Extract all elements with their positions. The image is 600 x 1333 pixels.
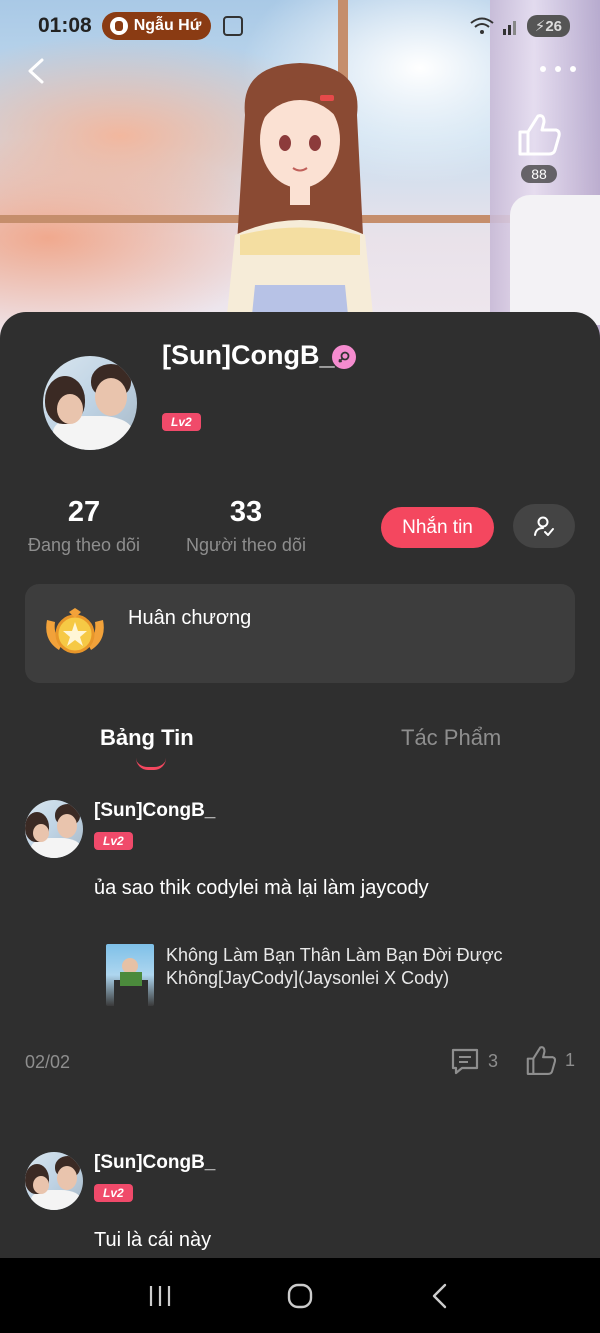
- recent-apps-button[interactable]: [140, 1276, 180, 1316]
- home-icon: [287, 1283, 313, 1308]
- notification-text: Ngẫu Hứ: [133, 17, 202, 34]
- more-options-button[interactable]: [540, 62, 576, 76]
- comment-button[interactable]: 3: [450, 1046, 498, 1076]
- work-title-line: Không[JayCody](Jaysonlei X Cody): [166, 968, 450, 988]
- linked-work-card[interactable]: Không Làm Bạn Thân Làm Bạn Đời Được Khôn…: [106, 944, 546, 1008]
- tab-feed[interactable]: Bảng Tin: [100, 725, 194, 751]
- battery-level: 26: [545, 18, 562, 35]
- post-date: 02/02: [25, 1052, 71, 1072]
- dot-icon: [570, 66, 576, 72]
- avatar-face: [57, 394, 83, 424]
- status-bar: 01:08 Ngẫu Hứ ⚡26: [0, 0, 600, 52]
- followers-count: 33: [229, 496, 263, 528]
- avatar-face: [57, 1166, 77, 1190]
- level-badge: Lv2: [162, 413, 201, 431]
- post-author-name[interactable]: [Sun]CongB_: [94, 1152, 215, 1174]
- wifi-icon: [470, 17, 494, 34]
- post-author-avatar[interactable]: [25, 800, 83, 858]
- dot-icon: [555, 66, 561, 72]
- like-count: 1: [565, 1049, 576, 1070]
- thumbs-up-icon: [526, 1046, 557, 1075]
- level-badge-text: Lv2: [94, 1184, 133, 1202]
- post-author-level: Lv2: [94, 1184, 133, 1202]
- comment-count: 3: [488, 1050, 499, 1071]
- avatar-face: [33, 824, 49, 842]
- thumbs-up-icon: [518, 114, 561, 156]
- work-title: Không Làm Bạn Thân Làm Bạn Đời Được Khôn…: [166, 944, 546, 990]
- post-author-avatar[interactable]: [25, 1152, 83, 1210]
- dot-icon: [540, 66, 546, 72]
- level-badge-text: Lv2: [162, 413, 201, 431]
- work-title-line: Không Làm Bạn Thân Làm Bạn Đời Được: [166, 945, 503, 965]
- avatar-face: [33, 1176, 49, 1194]
- follow-button[interactable]: [513, 504, 575, 548]
- user-check-icon: [534, 516, 554, 536]
- tab-works[interactable]: Tác Phẩm: [401, 725, 501, 751]
- followers-stat[interactable]: 33 Người theo dõi: [181, 496, 311, 556]
- recent-apps-icon: [149, 1285, 171, 1306]
- post-text: ủa sao thik codylei mà lại làm jaycody: [94, 877, 429, 899]
- system-back-button[interactable]: [420, 1276, 460, 1316]
- following-label: Đang theo dõi: [27, 535, 141, 555]
- profile-panel: [0, 312, 600, 1333]
- system-nav-bar: [0, 1258, 600, 1333]
- avatar-face: [95, 378, 127, 416]
- profile-like-button[interactable]: 88: [515, 112, 563, 184]
- profile-like-count: 88: [521, 165, 557, 183]
- screenshot-icon: [223, 16, 244, 36]
- home-button[interactable]: [280, 1276, 320, 1316]
- following-count: 27: [67, 496, 101, 528]
- notification-pill: Ngẫu Hứ: [101, 12, 212, 40]
- profile-name: [Sun]CongB_: [162, 340, 335, 370]
- globe-icon: [109, 17, 128, 35]
- work-thumbnail: [106, 944, 154, 1006]
- medal-label: Huân chương: [128, 607, 252, 629]
- back-arrow-icon[interactable]: [22, 56, 52, 86]
- followers-label: Người theo dõi: [186, 535, 306, 555]
- post-author-level: Lv2: [94, 832, 133, 850]
- post-author-name[interactable]: [Sun]CongB_: [94, 800, 215, 822]
- comment-icon: [451, 1048, 479, 1075]
- message-button[interactable]: Nhắn tin: [381, 507, 494, 548]
- level-badge-text: Lv2: [94, 832, 133, 850]
- medal-icon: [46, 608, 104, 654]
- like-button[interactable]: 1: [525, 1044, 575, 1076]
- gender-female-icon: [332, 345, 356, 369]
- following-stat[interactable]: 27 Đang theo dõi: [24, 496, 144, 556]
- avatar-face: [57, 814, 77, 838]
- medal-card[interactable]: Huân chương: [25, 584, 575, 683]
- avatar[interactable]: [43, 356, 137, 450]
- banner-sofa: [510, 195, 600, 325]
- signal-icon: [502, 21, 516, 35]
- battery-indicator: ⚡26: [526, 15, 570, 37]
- status-time: 01:08: [38, 14, 92, 37]
- back-chevron-icon: [432, 1283, 447, 1308]
- post-text: Tui là cái này: [94, 1229, 212, 1251]
- anime-character-image: [225, 63, 375, 335]
